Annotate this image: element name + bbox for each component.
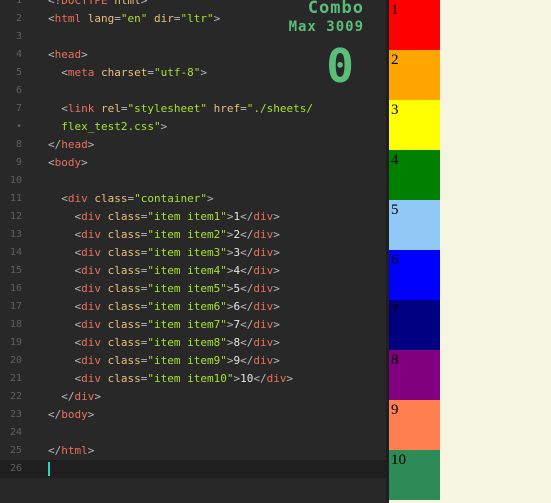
line-number: 18 xyxy=(9,319,22,330)
line-number: 3 xyxy=(15,31,22,42)
code-text: <div class="item item4">4</div> xyxy=(74,264,280,277)
line-number: 10 xyxy=(9,175,22,186)
flex-item-4: 4 xyxy=(389,150,440,200)
combo-max: Max 3009 xyxy=(288,19,364,35)
code-line[interactable]: 11 <div class="container"> xyxy=(0,190,386,208)
line-number: 17 xyxy=(9,301,22,312)
code-line[interactable]: 8 </head> xyxy=(0,136,386,154)
code-text: <div class="item item1">1</div> xyxy=(74,210,280,223)
code-line[interactable]: 17 <div class="item item6">6</div> xyxy=(0,298,386,316)
line-number: 23 xyxy=(9,409,22,420)
code-line[interactable]: 26 xyxy=(0,460,386,478)
code-line[interactable]: 10 xyxy=(0,172,386,190)
code-text: <div class="item item10">10</div> xyxy=(74,372,294,385)
flex-item-10: 10 xyxy=(389,450,440,500)
code-line[interactable]: 20 <div class="item item9">9</div> xyxy=(0,352,386,370)
line-number: 8 xyxy=(15,139,22,150)
code-text: <meta charset="utf-8"> xyxy=(61,66,207,79)
code-text: <!DOCTYPE html> xyxy=(48,0,148,7)
line-number: 5 xyxy=(15,67,22,78)
code-line[interactable]: 13 <div class="item item2">2</div> xyxy=(0,226,386,244)
code-text: <html lang="en" dir="ltr"> xyxy=(48,12,221,25)
code-text: <body> xyxy=(48,156,88,169)
combo-label: Combo xyxy=(307,0,364,18)
line-number: 26 xyxy=(9,463,22,474)
line-number: 1 xyxy=(15,0,22,6)
flex-item-7: 7 xyxy=(389,300,440,350)
code-line[interactable]: 18 <div class="item item7">7</div> xyxy=(0,316,386,334)
combo-count: 0 xyxy=(326,39,354,93)
code-text: <div class="item item6">6</div> xyxy=(74,300,280,313)
code-text: <div class="container"> xyxy=(61,192,214,205)
line-number: 22 xyxy=(9,391,22,402)
line-number: 21 xyxy=(9,373,22,384)
flex-item-6: 6 xyxy=(389,250,440,300)
code-line[interactable]: 12 <div class="item item1">1</div> xyxy=(0,208,386,226)
code-text: flex_test2.css"> xyxy=(48,120,168,133)
flex-item-9: 9 xyxy=(389,400,440,450)
code-text: <div class="item item3">3</div> xyxy=(74,246,280,259)
code-line[interactable]: 21 <div class="item item10">10</div> xyxy=(0,370,386,388)
code-text: <div class="item item8">8</div> xyxy=(74,336,280,349)
flex-item-5: 5 xyxy=(389,200,440,250)
flex-item-3: 3 xyxy=(389,100,440,150)
code-text: <div class="item item9">9</div> xyxy=(74,354,280,367)
line-number: 13 xyxy=(9,229,22,240)
line-number: 7 xyxy=(15,103,22,114)
code-line[interactable]: 23 </body> xyxy=(0,406,386,424)
line-number: 12 xyxy=(9,211,22,222)
text-caret xyxy=(48,462,50,476)
code-text: </div> xyxy=(61,390,101,403)
code-line[interactable]: 24 xyxy=(0,424,386,442)
code-line[interactable]: 19 <div class="item item8">8</div> xyxy=(0,334,386,352)
code-text: </head> xyxy=(48,138,95,151)
code-line[interactable]: 14 <div class="item item3">3</div> xyxy=(0,244,386,262)
combo-counter: Combo Max 3009 0 xyxy=(289,0,364,90)
line-number: 4 xyxy=(15,49,22,60)
preview-panel: 1 2 3 4 5 6 7 8 9 10 xyxy=(389,0,551,503)
code-editor[interactable]: 1 <!DOCTYPE html> 2 <html lang="en" dir="lt… xyxy=(0,0,386,503)
flex-item-1: 1 xyxy=(389,0,440,50)
code-line[interactable]: 25 </html> xyxy=(0,442,386,460)
line-number: 15 xyxy=(9,265,22,276)
line-number: 6 xyxy=(15,85,22,96)
line-number: 11 xyxy=(9,193,22,204)
code-line[interactable]: 22 </div> xyxy=(0,388,386,406)
flex-item-2: 2 xyxy=(389,50,440,100)
code-text: <div class="item item2">2</div> xyxy=(74,228,280,241)
line-number: 2 xyxy=(15,13,22,24)
code-text: <div class="item item5">5</div> xyxy=(74,282,280,295)
code-text: <link rel="stylesheet" href="./sheets/ xyxy=(61,102,313,115)
line-number: 24 xyxy=(9,427,22,438)
code-text: <div class="item item7">7</div> xyxy=(74,318,280,331)
line-number: 25 xyxy=(9,445,22,456)
code-text: </html> xyxy=(48,444,95,457)
line-number: 16 xyxy=(9,283,22,294)
code-line[interactable]: 9 <body> xyxy=(0,154,386,172)
code-line[interactable]: • flex_test2.css"> xyxy=(0,118,386,136)
code-line[interactable]: 7 <link rel="stylesheet" href="./sheets/ xyxy=(0,100,386,118)
code-text: </body> xyxy=(48,408,95,421)
line-number: • xyxy=(15,121,22,132)
flex-item-8: 8 xyxy=(389,350,440,400)
line-number: 9 xyxy=(15,157,22,168)
code-text: <head> xyxy=(48,48,88,61)
line-number: 20 xyxy=(9,355,22,366)
line-number: 19 xyxy=(9,337,22,348)
code-line[interactable]: 15 <div class="item item4">4</div> xyxy=(0,262,386,280)
line-number: 14 xyxy=(9,247,22,258)
code-line[interactable]: 16 <div class="item item5">5</div> xyxy=(0,280,386,298)
